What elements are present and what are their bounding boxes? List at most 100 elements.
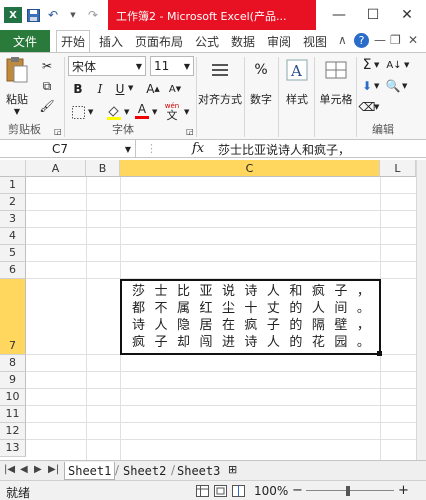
redo-icon[interactable]: ↷ — [84, 7, 102, 23]
row-header-9[interactable]: 9 — [0, 372, 26, 389]
cut-icon[interactable]: ✂ — [38, 57, 56, 75]
workbook-minimize-icon[interactable]: — — [374, 33, 386, 47]
row-header-2[interactable]: 2 — [0, 194, 26, 211]
column-header-a[interactable]: A — [26, 160, 86, 177]
row-header-13[interactable]: 13 — [0, 440, 26, 457]
poem-char: 诗 — [244, 284, 258, 299]
number-button[interactable]: % 数字 — [246, 57, 276, 107]
paste-button[interactable]: 粘贴 ▼ — [4, 57, 30, 116]
tab-review[interactable]: 审阅 — [262, 30, 296, 52]
row-header-12[interactable]: 12 — [0, 423, 26, 440]
tab-formulas[interactable]: 公式 — [190, 30, 224, 52]
fill-down-icon[interactable]: ⬇ — [360, 77, 374, 95]
name-box[interactable]: C7 ▼ — [0, 140, 136, 158]
font-color-dropdown-icon[interactable]: ▼ — [152, 108, 157, 116]
next-sheet-icon[interactable]: ▶ — [34, 464, 42, 475]
column-header-c[interactable]: C — [120, 160, 380, 177]
select-all-corner[interactable] — [0, 160, 26, 177]
borders-icon[interactable] — [70, 103, 86, 121]
normal-view-icon[interactable] — [196, 485, 209, 500]
zoom-slider-thumb[interactable] — [346, 486, 350, 496]
row-header-1[interactable]: 1 — [0, 177, 26, 194]
alignment-button[interactable]: 对齐方式 — [198, 57, 242, 107]
row-header-8[interactable]: 8 — [0, 355, 26, 372]
workbook-close-icon[interactable]: ✕ — [408, 33, 418, 47]
shrink-font-button[interactable]: A ▼ — [166, 80, 184, 98]
clear-icon[interactable]: ⌫ — [359, 98, 376, 116]
last-sheet-icon[interactable]: ▶| — [48, 464, 59, 475]
zoom-out-button[interactable]: − — [292, 483, 303, 498]
sheet-tab-sheet3[interactable]: Sheet3 — [174, 462, 223, 480]
row-header-4[interactable]: 4 — [0, 228, 26, 245]
italic-button[interactable]: I — [92, 80, 108, 98]
sheet-tab-sheet1[interactable]: Sheet1 — [64, 462, 116, 480]
formula-content[interactable]: 莎士比亚说诗人和疯子， — [218, 141, 350, 158]
styles-button[interactable]: A 样式 — [282, 57, 312, 107]
phonetic-icon[interactable]: wén 文 — [162, 101, 182, 121]
close-button[interactable]: ✕ — [390, 2, 424, 28]
grow-font-button[interactable]: A ▲ — [144, 80, 162, 98]
phonetic-dropdown-icon[interactable]: ▼ — [184, 108, 189, 116]
minimize-ribbon-icon[interactable]: ∧ — [338, 33, 347, 47]
help-icon[interactable]: ? — [354, 33, 369, 48]
undo-icon[interactable]: ↶ — [44, 7, 62, 23]
zoom-level[interactable]: 100% — [254, 484, 288, 498]
row-header-7[interactable]: 7 — [0, 279, 26, 355]
vertical-scrollbar[interactable] — [416, 160, 426, 460]
insert-function-icon[interactable]: fx — [192, 141, 204, 156]
maximize-button[interactable]: ☐ — [356, 2, 390, 28]
font-size-dropdown-icon[interactable]: ▼ — [184, 62, 190, 71]
sort-filter-icon[interactable]: A↓ — [384, 56, 404, 74]
row-header-3[interactable]: 3 — [0, 211, 26, 228]
column-header-l[interactable]: L — [380, 160, 416, 177]
bold-button[interactable]: B — [70, 80, 86, 98]
undo-dropdown-icon[interactable]: ▼ — [64, 7, 82, 23]
save-icon[interactable] — [24, 7, 42, 23]
column-header-b[interactable]: B — [86, 160, 120, 177]
find-select-dropdown-icon[interactable]: ▼ — [402, 82, 407, 90]
tab-home[interactable]: 开始 — [56, 30, 90, 52]
find-select-icon[interactable]: 🔍 — [384, 77, 402, 95]
tab-data[interactable]: 数据 — [226, 30, 260, 52]
prev-sheet-icon[interactable]: ◀ — [20, 464, 28, 475]
font-color-icon[interactable]: A — [134, 101, 150, 121]
clear-dropdown-icon[interactable]: ▼ — [374, 103, 379, 111]
workbook-restore-icon[interactable]: ❐ — [390, 33, 401, 47]
font-name-dropdown-icon[interactable]: ▼ — [136, 62, 142, 71]
fill-color-dropdown-icon[interactable]: ▼ — [124, 108, 129, 116]
tab-page-layout[interactable]: 页面布局 — [132, 30, 186, 52]
row-header-6[interactable]: 6 — [0, 262, 26, 279]
sheet-tab-sheet2[interactable]: Sheet2 — [120, 462, 169, 480]
name-box-dropdown-icon[interactable]: ▼ — [125, 145, 131, 154]
font-size-box[interactable]: 11 ▼ — [150, 56, 194, 76]
font-name-box[interactable]: 宋体 ▼ — [68, 56, 146, 76]
insert-sheet-icon[interactable]: ⊞ — [228, 463, 237, 476]
copy-icon[interactable]: ⧉ — [38, 77, 56, 95]
fill-handle[interactable] — [377, 351, 382, 356]
underline-button[interactable]: U — [112, 80, 128, 98]
underline-dropdown-icon[interactable]: ▼ — [128, 84, 133, 92]
row-header-5[interactable]: 5 — [0, 245, 26, 262]
row-header-11[interactable]: 11 — [0, 406, 26, 423]
tab-insert[interactable]: 插入 — [94, 30, 128, 52]
tab-file[interactable]: 文件 — [0, 30, 50, 52]
format-painter-icon[interactable]: 🖌 — [38, 97, 56, 115]
fill-color-icon[interactable] — [106, 103, 122, 121]
page-break-view-icon[interactable] — [232, 485, 245, 500]
autosum-icon[interactable]: Σ — [360, 56, 374, 74]
tab-view[interactable]: 视图 — [298, 30, 332, 52]
zoom-slider[interactable] — [306, 490, 394, 491]
minimize-button[interactable]: — — [322, 2, 356, 28]
font-launcher-icon[interactable]: ◲ — [186, 127, 194, 136]
clipboard-launcher-icon[interactable]: ◲ — [54, 127, 62, 136]
autosum-dropdown-icon[interactable]: ▼ — [374, 61, 379, 69]
paste-dropdown-icon[interactable]: ▼ — [14, 107, 20, 116]
zoom-in-button[interactable]: + — [398, 483, 409, 498]
page-layout-view-icon[interactable] — [214, 485, 227, 500]
borders-dropdown-icon[interactable]: ▼ — [88, 108, 93, 116]
cells-button[interactable]: 单元格 — [318, 57, 354, 107]
first-sheet-icon[interactable]: |◀ — [4, 464, 15, 475]
sort-filter-dropdown-icon[interactable]: ▼ — [404, 61, 409, 69]
fill-dropdown-icon[interactable]: ▼ — [374, 82, 379, 90]
row-header-10[interactable]: 10 — [0, 389, 26, 406]
